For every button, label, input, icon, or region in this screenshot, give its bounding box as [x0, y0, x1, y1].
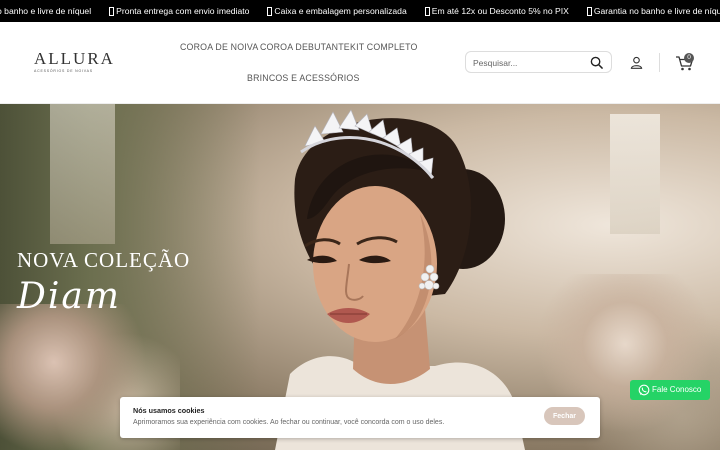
announcement-text: Em até 12x ou Desconto 5% no PIX	[431, 6, 569, 16]
nav-item-kit-completo[interactable]: KIT COMPLETO	[350, 42, 418, 52]
cookie-close-button[interactable]: Fechar	[544, 407, 585, 425]
announcement-bar: o banho e livre de níquel Pronta entrega…	[0, 0, 720, 22]
announcement-item: Em até 12x ou Desconto 5% no PIX	[424, 6, 569, 16]
background-window	[50, 104, 115, 244]
background-window	[610, 114, 660, 234]
missing-glyph-icon	[424, 6, 430, 16]
announcement-text: o banho e livre de níquel	[0, 6, 92, 16]
announcement-item: o banho e livre de níquel	[0, 6, 91, 16]
logo-subtitle: ACESSÓRIOS DE NOIVAS	[34, 69, 93, 73]
cart-count-badge: 0	[684, 53, 694, 63]
announcement-track: o banho e livre de níquel Pronta entrega…	[0, 0, 720, 22]
missing-glyph-icon	[109, 6, 115, 16]
cookie-title: Nós usamos cookies	[133, 406, 205, 415]
announcement-item: Garantia no banho e livre de níquel	[586, 6, 720, 16]
announcement-item: Pronta entrega com envio imediato	[109, 6, 249, 16]
whatsapp-icon	[638, 384, 650, 396]
announcement-text: Pronta entrega com envio imediato	[116, 6, 250, 16]
announcement-item: Caixa e embalagem personalizada	[267, 6, 407, 16]
announcement-text: Garantia no banho e livre de níquel	[593, 6, 720, 16]
search-box	[465, 51, 612, 73]
logo-text: ALLURA	[34, 49, 115, 68]
search-input[interactable]	[473, 56, 583, 69]
logo[interactable]: ALLURA ACESSÓRIOS DE NOIVAS	[34, 49, 115, 74]
missing-glyph-icon	[267, 6, 273, 16]
hero-heading: NOVA COLEÇÃO	[17, 248, 191, 272]
search-icon[interactable]	[590, 56, 603, 69]
whatsapp-label: Fale Conosco	[652, 385, 702, 394]
cookie-banner: Nós usamos cookies Aprimoramos sua exper…	[120, 397, 600, 438]
missing-glyph-icon	[586, 6, 592, 16]
whatsapp-contact-button[interactable]: Fale Conosco	[630, 380, 710, 400]
user-icon[interactable]	[630, 56, 643, 69]
header-divider	[659, 53, 660, 72]
nav-item-coroa-debutante[interactable]: COROA DEBUTANTE	[260, 42, 350, 52]
nav-item-brincos-e-acessorios[interactable]: BRINCOS E ACESSÓRIOS	[247, 73, 360, 83]
site-header: ALLURA ACESSÓRIOS DE NOIVAS COROA DE NOI…	[0, 22, 720, 104]
cookie-text: Aprimoramos sua experiência com cookies.…	[133, 419, 445, 426]
hero-script-text: Diam	[17, 276, 121, 317]
nav-item-coroa-de-noiva[interactable]: COROA DE NOIVA	[180, 42, 258, 52]
announcement-text: Caixa e embalagem personalizada	[274, 6, 407, 16]
